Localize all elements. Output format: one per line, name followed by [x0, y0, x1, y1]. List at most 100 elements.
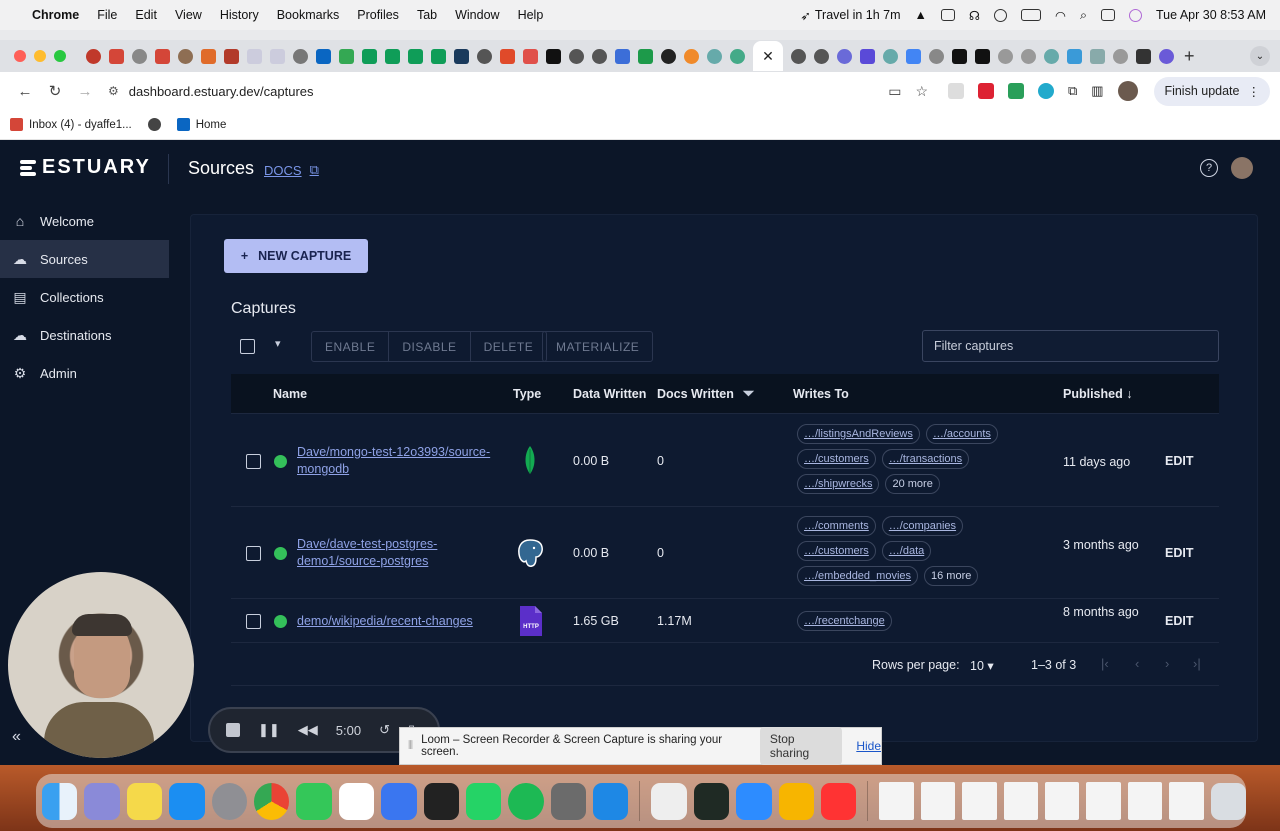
tab-favicon[interactable] [791, 48, 806, 64]
table-row[interactable]: Dave/dave-test-postgres-demo1/source-pos… [231, 507, 1219, 599]
active-tab-close-button[interactable]: ✕ [753, 41, 783, 71]
bookmark-star-icon[interactable]: ☆ [915, 83, 928, 100]
capture-name-link[interactable]: Dave/mongo-test-12o3993/source-mongodb [297, 444, 497, 478]
tab-favicon[interactable] [684, 48, 699, 64]
messages-icon[interactable] [296, 782, 332, 820]
app-store-icon[interactable] [169, 782, 205, 820]
tab-favicon[interactable] [385, 48, 400, 64]
video-camera-icon[interactable]: ▭ [888, 83, 901, 100]
menu-profiles[interactable]: Profiles [357, 8, 399, 22]
menu-file[interactable]: File [97, 8, 117, 22]
tab-favicon[interactable] [1159, 48, 1174, 64]
battery-icon[interactable] [1021, 9, 1042, 21]
tab-favicon[interactable] [293, 48, 308, 64]
edit-button[interactable]: EDIT [1165, 546, 1193, 560]
tab-favicon[interactable] [906, 48, 921, 64]
previous-page-icon[interactable]: ‹ [1135, 656, 1139, 671]
whatsapp-icon[interactable] [465, 782, 502, 820]
tab-favicon[interactable] [523, 48, 538, 64]
rows-per-page-select[interactable]: 10 ▾ [970, 658, 994, 673]
sidebar-item-welcome[interactable]: ⌂ Welcome [0, 202, 169, 240]
chevron-down-icon[interactable]: ▾ [275, 337, 281, 350]
column-name[interactable]: Name [273, 387, 307, 401]
user-avatar[interactable] [1231, 157, 1253, 179]
table-row[interactable]: demo/wikipedia/recent-changes HTTP 1.65 … [231, 599, 1219, 643]
tab-favicon[interactable] [201, 48, 216, 64]
tab-favicon[interactable] [929, 48, 944, 64]
collection-chip[interactable]: …/listingsAndReviews [797, 424, 920, 444]
menu-bookmarks[interactable]: Bookmarks [277, 8, 340, 22]
collection-chip[interactable]: …/embedded_movies [797, 566, 919, 586]
close-window-button[interactable] [14, 50, 26, 62]
menubar-datetime[interactable]: Tue Apr 30 8:53 AM [1156, 8, 1266, 22]
column-data-written[interactable]: Data Written [573, 387, 646, 401]
docs-link[interactable]: DOCS ⧉ [264, 162, 319, 178]
new-capture-button[interactable]: + NEW CAPTURE [224, 239, 368, 273]
forward-button[interactable]: ↻ [40, 82, 70, 100]
extension-icon[interactable] [948, 83, 964, 99]
tab-favicon[interactable] [1067, 48, 1082, 64]
siri-icon[interactable] [1128, 8, 1142, 22]
menu-view[interactable]: View [175, 8, 202, 22]
tab-favicon[interactable] [86, 48, 101, 64]
select-all-checkbox[interactable] [240, 339, 255, 354]
collection-chip[interactable]: …/customers [797, 449, 876, 469]
tab-search-icon[interactable]: ⌄ [1250, 46, 1270, 66]
tab-favicon[interactable] [454, 48, 469, 64]
tab-favicon[interactable] [814, 48, 829, 64]
more-collections-chip[interactable]: 16 more [924, 566, 979, 586]
filter-icon[interactable]: ⏷ [743, 385, 754, 402]
google-drive-icon[interactable] [1008, 83, 1024, 99]
tab-favicon[interactable] [224, 48, 239, 64]
script-editor-icon[interactable] [651, 782, 687, 820]
tab-favicon[interactable] [975, 48, 990, 64]
tab-favicon[interactable] [837, 48, 852, 64]
capture-name-link[interactable]: demo/wikipedia/recent-changes [297, 613, 517, 630]
tab-favicon[interactable] [707, 48, 722, 64]
row-checkbox[interactable] [246, 454, 261, 469]
column-writes-to[interactable]: Writes To [793, 387, 849, 401]
trash-can-icon[interactable] [1210, 782, 1247, 820]
extension-icon[interactable] [978, 83, 994, 99]
extension-icon[interactable] [1038, 83, 1054, 99]
document-icon[interactable] [1086, 782, 1121, 820]
collection-chip[interactable]: …/accounts [925, 424, 998, 444]
vscode-icon[interactable] [593, 782, 629, 820]
document-icon[interactable] [1003, 782, 1039, 820]
tab-favicon[interactable] [592, 48, 607, 64]
address-bar[interactable]: ⚙ dashboard.estuary.dev/captures ▭ ☆ [108, 76, 928, 106]
tab-favicon[interactable] [569, 48, 584, 64]
enable-button[interactable]: ENABLE [312, 332, 390, 361]
tab-favicon[interactable] [661, 48, 676, 64]
menu-help[interactable]: Help [518, 8, 544, 22]
menu-edit[interactable]: Edit [135, 8, 157, 22]
materialize-button[interactable]: MATERIALIZE [542, 331, 654, 362]
collection-chip[interactable]: …/comments [797, 516, 876, 536]
document-icon[interactable] [1127, 782, 1163, 820]
tab-favicon[interactable] [431, 48, 446, 64]
tab-favicon[interactable] [339, 48, 354, 64]
filter-captures-input[interactable]: Filter captures [922, 330, 1219, 362]
row-checkbox[interactable] [246, 614, 261, 629]
estuary-logo[interactable]: ESTUARY [20, 156, 151, 179]
tab-favicon[interactable] [178, 48, 193, 64]
control-center-icon[interactable] [1100, 9, 1115, 21]
next-page-icon[interactable]: › [1165, 656, 1169, 671]
extensions-puzzle-icon[interactable]: ⧉ [1068, 83, 1077, 99]
zoom-window-button[interactable] [54, 50, 66, 62]
tab-favicon[interactable] [316, 48, 331, 64]
side-panel-icon[interactable]: ▥ [1091, 83, 1103, 99]
app-icon[interactable] [550, 782, 587, 820]
new-tab-button[interactable]: + [1184, 46, 1195, 67]
signal-icon[interactable] [381, 782, 417, 820]
tab-favicon[interactable] [998, 48, 1013, 64]
sidebar-item-sources[interactable]: ☁ Sources [0, 240, 169, 278]
news-icon[interactable] [820, 782, 857, 820]
tab-favicon[interactable] [500, 48, 515, 64]
search-icon[interactable]: ⌕ [1080, 8, 1087, 23]
edit-button[interactable]: EDIT [1165, 454, 1193, 468]
webcam-bubble[interactable] [8, 572, 194, 758]
printer-icon[interactable] [940, 9, 955, 21]
rewind-icon[interactable]: ◀◀ [298, 722, 318, 738]
wifi-icon[interactable]: ◠ [1055, 8, 1066, 23]
